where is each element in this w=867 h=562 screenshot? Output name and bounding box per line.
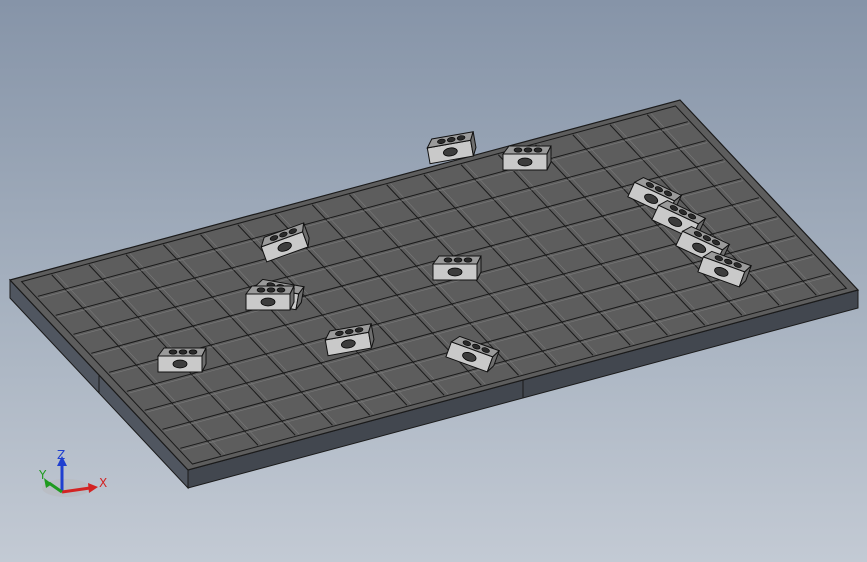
block-hole [266,287,276,293]
x-axis-label: X [99,476,107,490]
block-hole [453,257,463,263]
block-hole [178,349,188,355]
clamp-block[interactable] [432,255,482,281]
block-slot [447,267,463,277]
clamp-block[interactable] [245,285,295,311]
block-hole [523,147,533,153]
block-hole [276,287,286,293]
graphics-viewport[interactable]: Z Y X [0,0,867,562]
block-hole [256,287,266,293]
block-hole [443,257,453,263]
x-axis-head [88,483,98,493]
coordinate-triad: Z Y X [38,448,107,497]
block-hole [188,349,198,355]
block-slot [260,297,276,307]
y-axis-label: Y [38,468,47,482]
block-slot [172,359,188,369]
z-axis-label: Z [57,448,65,462]
clamp-block[interactable] [157,347,207,373]
block-slot [517,157,533,167]
clamp-block[interactable] [502,145,552,171]
block-hole [513,147,523,153]
model-view[interactable]: Z Y X [0,0,867,562]
block-hole [533,147,543,153]
block-hole [463,257,473,263]
block-hole [168,349,178,355]
